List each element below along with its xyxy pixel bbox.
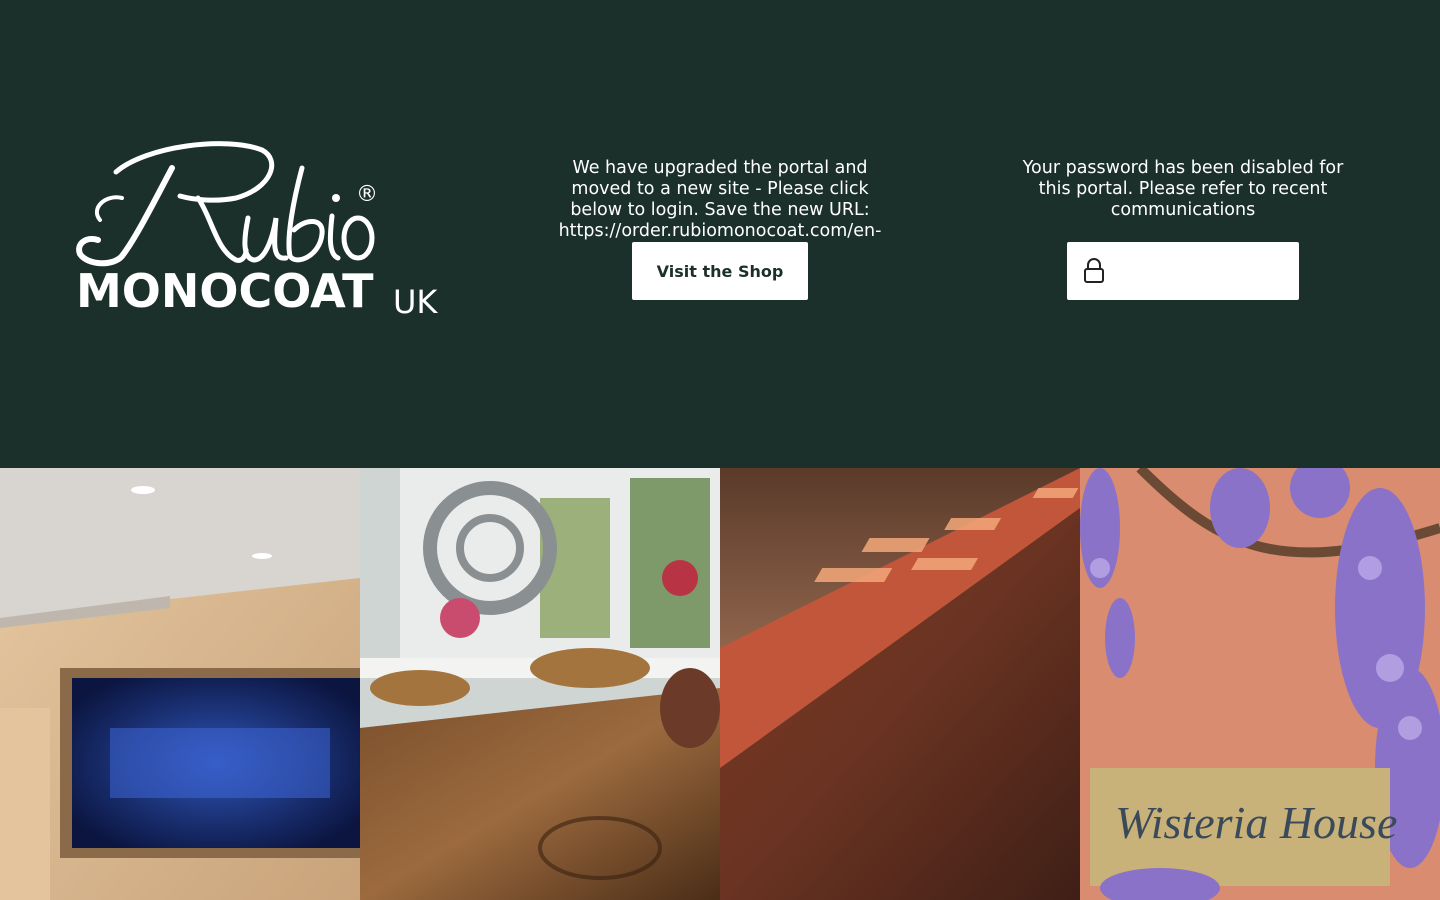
brand-wordmark: MONOCOAT <box>76 264 374 318</box>
rubio-monocoat-logo[interactable]: ® MONOCOAT UK <box>76 138 448 322</box>
upgrade-notice: We have upgraded the portal and moved to… <box>550 158 890 242</box>
photo-gallery: Wisteria House <box>0 468 1440 900</box>
wisteria-sign-text: Wisteria House <box>1115 797 1397 848</box>
password-input[interactable] <box>1113 251 1283 291</box>
password-notice: Your password has been disabled for this… <box>1013 158 1353 221</box>
lock-icon <box>1084 258 1104 283</box>
upgrade-message: We have upgraded the portal and moved to… <box>558 158 882 241</box>
header-section: ® MONOCOAT UK We have upgraded the porta… <box>0 0 1440 468</box>
wisteria-house-sign-photo: Wisteria House <box>1080 468 1440 900</box>
kitchen-fireplace-photo <box>0 468 360 900</box>
visit-shop-button[interactable]: Visit the Shop <box>632 242 808 300</box>
registered-mark: ® <box>356 182 378 207</box>
password-disabled-message: Your password has been disabled for this… <box>1022 158 1344 220</box>
wood-beam-sunlight-photo <box>720 468 1080 900</box>
rubio-script-wordmark <box>76 141 375 267</box>
password-field[interactable] <box>1067 242 1299 300</box>
brand-country: UK <box>393 283 438 321</box>
dining-table-photo <box>360 468 720 900</box>
